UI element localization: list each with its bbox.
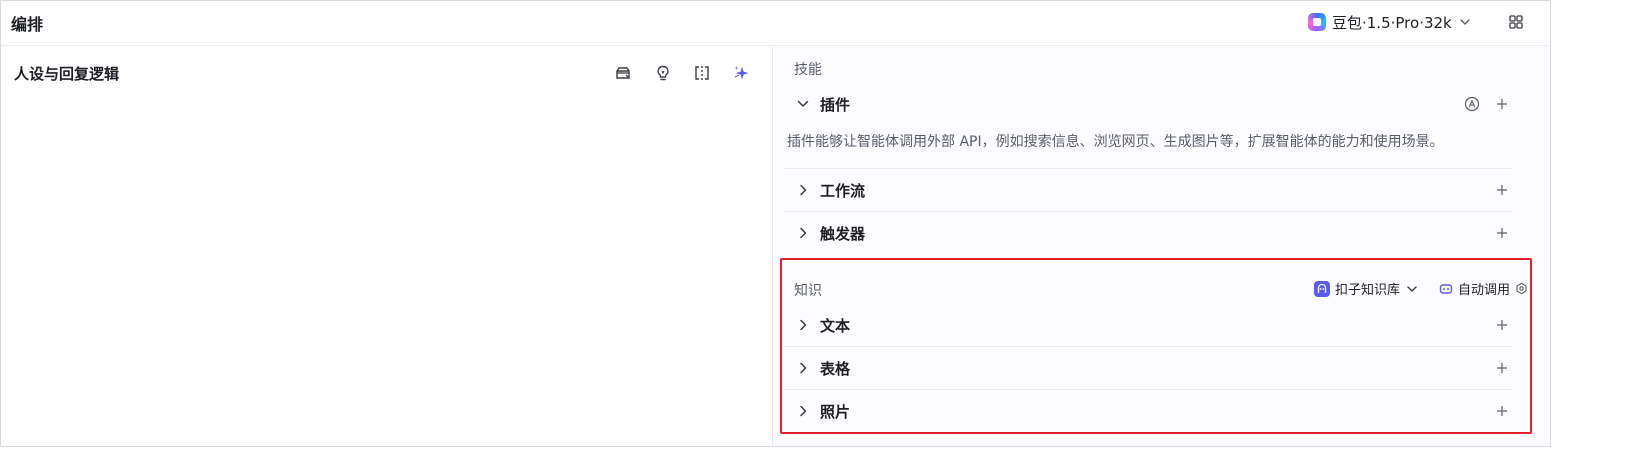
skills-panel: 技能 插件 插件能够让智能体调用外部 API，例如搜索信息、浏览网页、生成图片等… xyxy=(774,47,1550,446)
persona-panel: 人设与回复逻辑 xyxy=(1,47,773,446)
knowledge-item-table[interactable]: 表格 xyxy=(784,347,1524,389)
coze-kb-logo-icon xyxy=(1314,280,1330,297)
doubao-logo-icon xyxy=(1308,13,1326,31)
prompt-library-icon xyxy=(616,67,630,79)
model-name: 豆包·1.5·Pro·32k xyxy=(1332,13,1452,32)
knowledge-item-label: 表格 xyxy=(820,359,851,378)
chevron-right-icon[interactable] xyxy=(794,181,812,199)
knowledge-item-label: 照片 xyxy=(820,402,851,421)
skills-section-label: 技能 xyxy=(794,62,822,78)
chevron-down-icon xyxy=(1407,285,1417,292)
plugin-row[interactable]: 插件 xyxy=(784,83,1524,125)
add-workflow-button[interactable] xyxy=(1494,182,1510,198)
gear-icon[interactable] xyxy=(1515,282,1528,295)
plus-icon xyxy=(1497,363,1507,373)
prompt-library-button[interactable] xyxy=(612,62,634,84)
auto-call-setting[interactable]: 自动调用 xyxy=(1439,279,1528,298)
apps-button[interactable] xyxy=(1506,12,1526,32)
auto-call-label: 自动调用 xyxy=(1458,283,1511,298)
add-table-button[interactable] xyxy=(1494,360,1510,376)
plugin-description: 插件能够让智能体调用外部 API，例如搜索信息、浏览网页、生成图片等，扩展智能体… xyxy=(787,134,1444,150)
add-photo-button[interactable] xyxy=(1494,403,1510,419)
knowledge-source-selector[interactable]: 扣子知识库 xyxy=(1314,279,1419,298)
tips-button[interactable] xyxy=(652,62,674,84)
ai-optimize-button[interactable] xyxy=(731,62,753,84)
plus-icon xyxy=(1497,320,1507,330)
trigger-title: 触发器 xyxy=(820,224,866,243)
auto-a-icon xyxy=(1464,96,1480,112)
editor-frame: 编排 豆包·1.5·Pro·32k 人设与回复逻辑 技能 插件 插件能够让智能体… xyxy=(0,0,1551,447)
add-trigger-button[interactable] xyxy=(1494,225,1510,241)
workflow-row[interactable]: 工作流 xyxy=(784,169,1524,211)
knowledge-item-text[interactable]: 文本 xyxy=(784,304,1524,346)
model-selector[interactable]: 豆包·1.5·Pro·32k xyxy=(1308,10,1472,34)
grid-icon xyxy=(1509,15,1523,29)
knowledge-source-label: 扣子知识库 xyxy=(1335,283,1401,298)
plus-icon xyxy=(1497,228,1507,238)
chevron-right-icon[interactable] xyxy=(794,316,812,334)
compare-button[interactable] xyxy=(691,62,713,84)
persona-title: 人设与回复逻辑 xyxy=(14,65,120,83)
chevron-right-icon[interactable] xyxy=(794,224,812,242)
top-bar: 编排 豆包·1.5·Pro·32k xyxy=(1,1,1550,46)
plus-icon xyxy=(1497,185,1507,195)
bulb-icon xyxy=(657,65,669,81)
plus-icon xyxy=(1497,406,1507,416)
add-plugin-button[interactable] xyxy=(1494,96,1510,112)
add-text-button[interactable] xyxy=(1494,317,1510,333)
robot-icon xyxy=(1439,283,1453,294)
compare-icon xyxy=(695,66,709,80)
trigger-row[interactable]: 触发器 xyxy=(784,212,1524,254)
workflow-title: 工作流 xyxy=(820,181,866,200)
page-title: 编排 xyxy=(11,15,44,34)
auto-plugin-button[interactable] xyxy=(1464,96,1480,112)
knowledge-item-photo[interactable]: 照片 xyxy=(784,390,1524,432)
knowledge-item-label: 文本 xyxy=(820,316,851,335)
chevron-down-icon[interactable] xyxy=(794,95,812,113)
knowledge-controls: 扣子知识库 自动调用 xyxy=(1314,279,1528,298)
chevron-down-icon xyxy=(1460,19,1470,25)
plus-icon xyxy=(1497,99,1507,109)
chevron-right-icon[interactable] xyxy=(794,402,812,420)
knowledge-section-label: 知识 xyxy=(794,283,822,299)
chevron-right-icon[interactable] xyxy=(794,359,812,377)
sparkle-icon xyxy=(734,66,749,80)
plugin-title: 插件 xyxy=(820,95,851,114)
